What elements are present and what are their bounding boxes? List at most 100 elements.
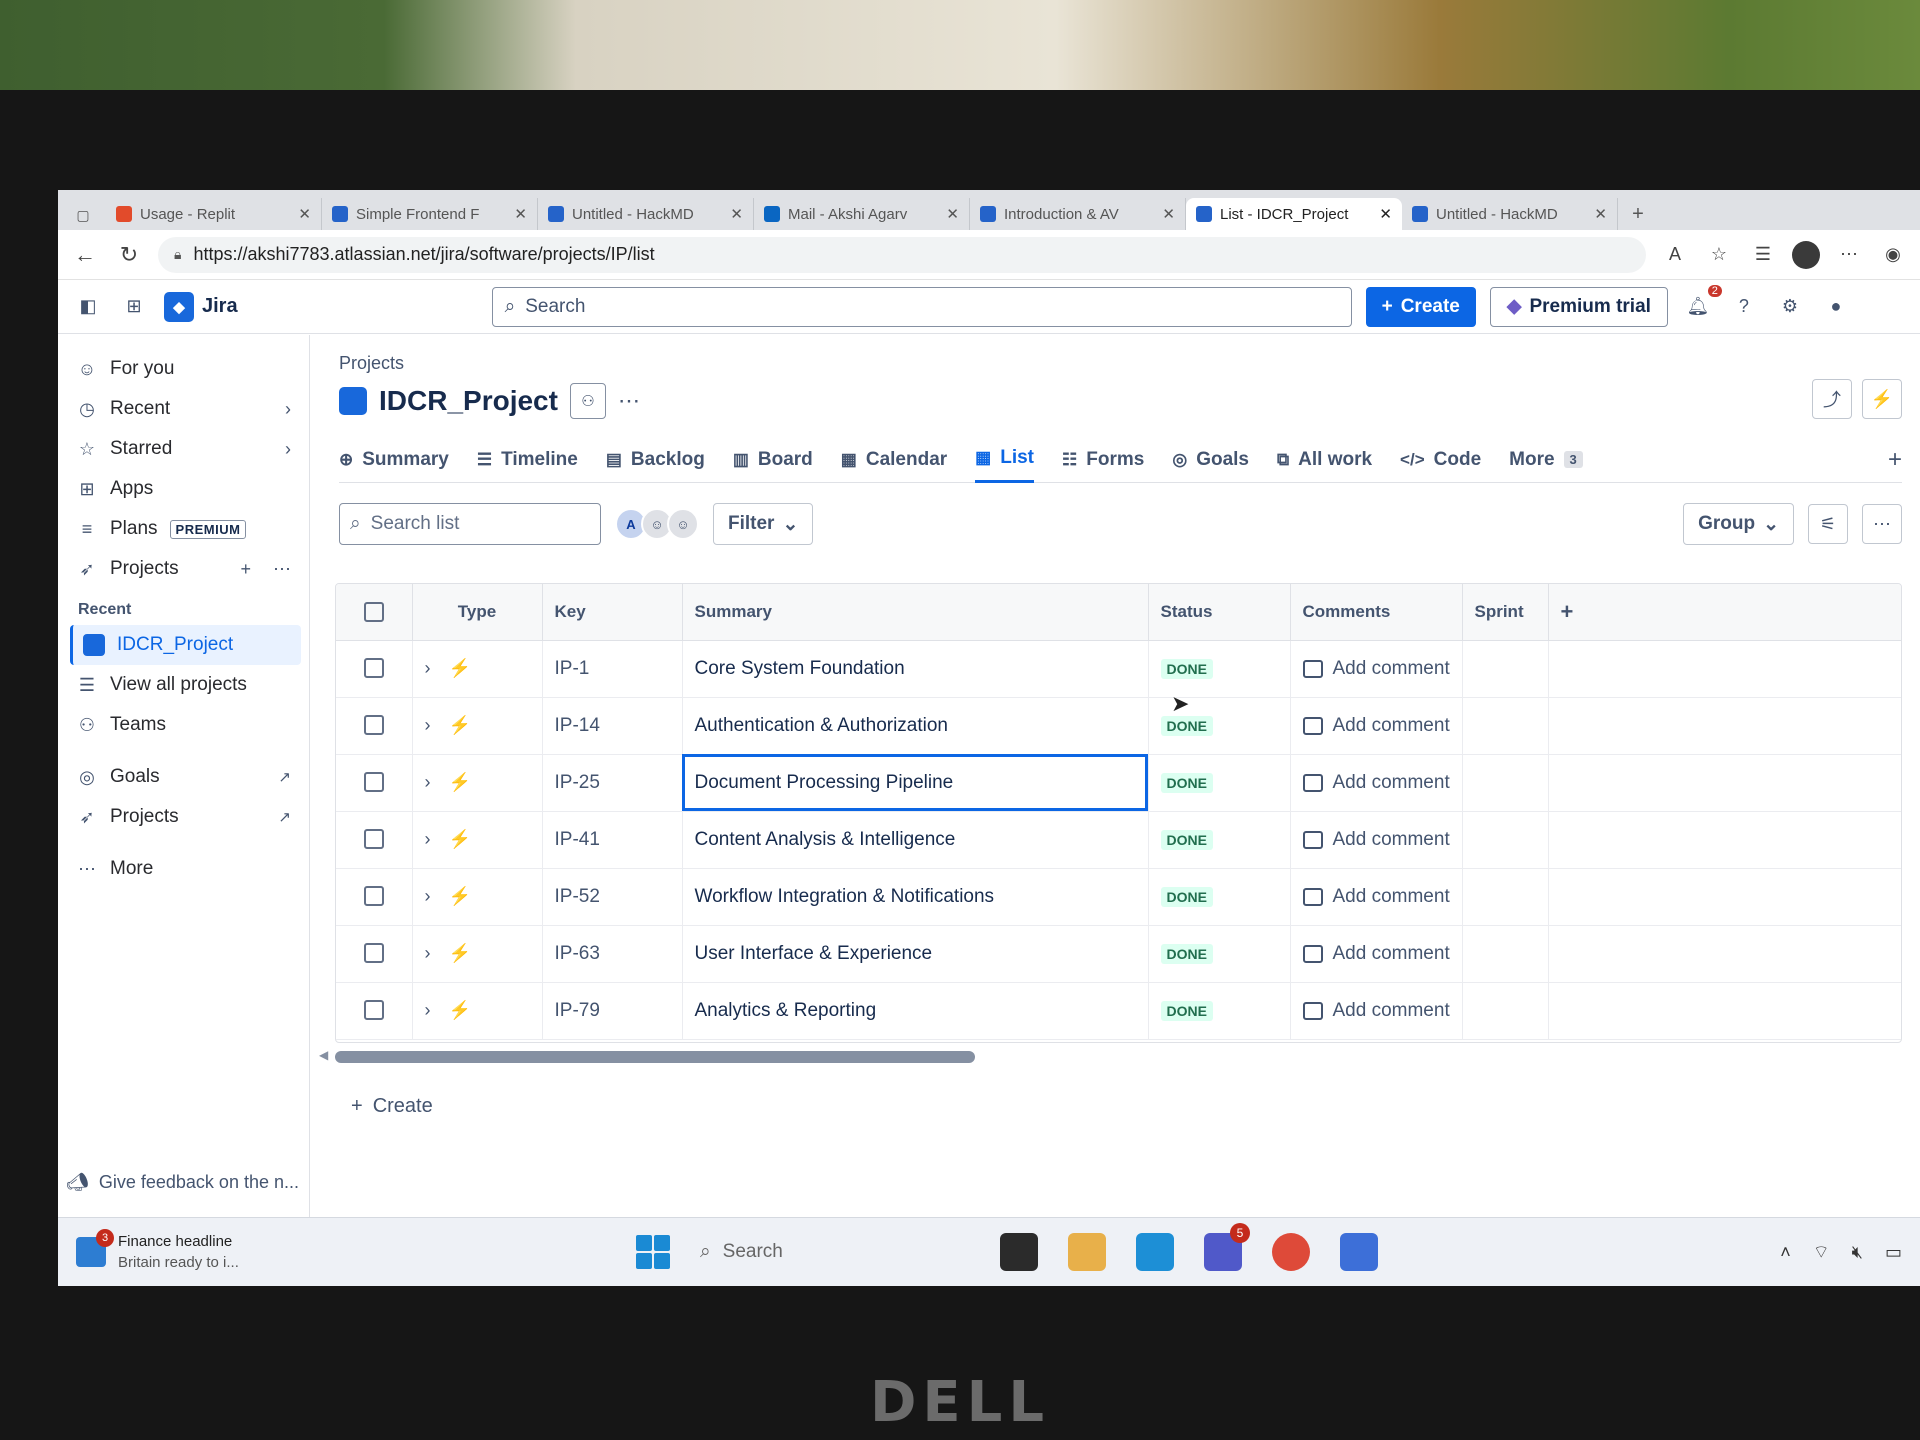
- create-button[interactable]: + Create: [1365, 286, 1476, 327]
- more-actions-icon[interactable]: ⋯: [618, 388, 641, 414]
- breadcrumb[interactable]: Projects: [339, 353, 404, 374]
- column-header-comments[interactable]: Comments: [1290, 584, 1463, 641]
- taskbar-search-input[interactable]: ⌕ Search: [700, 1241, 1000, 1263]
- user-avatar[interactable]: ●: [1820, 291, 1852, 323]
- scroll-left-icon[interactable]: ◀: [319, 1048, 328, 1062]
- status-badge[interactable]: DONE: [1160, 886, 1213, 907]
- sidebar-item-goals[interactable]: ◎ Goals ↗: [66, 757, 301, 797]
- sprint-cell[interactable]: [1462, 925, 1549, 983]
- group-button[interactable]: Group ⌄: [1683, 503, 1794, 545]
- file-explorer-icon[interactable]: [1068, 1233, 1106, 1271]
- browser-tab[interactable]: Mail - Akshi Agarv ✕: [754, 198, 970, 230]
- sprint-cell[interactable]: [1462, 754, 1549, 812]
- notepad-icon[interactable]: [1340, 1233, 1378, 1271]
- tab-code[interactable]: </> Code: [1400, 437, 1481, 483]
- share-icon[interactable]: ⤴: [1812, 379, 1852, 419]
- back-icon[interactable]: ←: [70, 240, 100, 270]
- chevron-right-icon[interactable]: ›: [425, 658, 431, 679]
- url-field[interactable]: 🔒︎ https://akshi7783.atlassian.net/jira/…: [158, 236, 1646, 273]
- help-icon[interactable]: ?: [1728, 291, 1760, 323]
- view-settings-icon[interactable]: ⚟: [1808, 504, 1848, 544]
- chrome-icon[interactable]: [1272, 1233, 1310, 1271]
- sprint-cell[interactable]: [1462, 697, 1549, 755]
- tab-calendar[interactable]: ▦ Calendar: [841, 437, 947, 483]
- premium-trial-button[interactable]: ◆ Premium trial: [1489, 286, 1668, 327]
- row-checkbox[interactable]: [363, 715, 384, 736]
- add-comment-button[interactable]: Add comment: [1302, 886, 1450, 908]
- issue-summary[interactable]: Authentication & Authorization: [682, 697, 1149, 755]
- tab-backlog[interactable]: ▤ Backlog: [606, 437, 705, 483]
- table-row[interactable]: › ⚡ IP-52 Workflow Integration & Notifica…: [336, 868, 1901, 926]
- sprint-cell[interactable]: [1462, 982, 1549, 1040]
- column-header-sprint[interactable]: Sprint: [1462, 584, 1549, 641]
- sidebar-item-idcr-project[interactable]: IDCR_Project: [70, 625, 301, 665]
- sidebar-item-starred[interactable]: ☆ Starred ›: [66, 429, 301, 469]
- sidebar-item-view-all-projects[interactable]: ☰ View all projects: [66, 665, 301, 705]
- sidebar-item-teams[interactable]: ⚇ Teams: [66, 705, 301, 745]
- row-checkbox[interactable]: [363, 772, 384, 793]
- table-row[interactable]: › ⚡ IP-79 Analytics & Reporting DONE Add …: [336, 982, 1901, 1040]
- sidebar-item-more[interactable]: ⋯ More: [66, 849, 301, 889]
- issue-summary-focused[interactable]: Document Processing Pipeline: [682, 754, 1149, 812]
- sidebar-item-plans[interactable]: ≡ Plans PREMIUM: [66, 509, 301, 549]
- browser-tab[interactable]: Usage - Replit ✕: [106, 198, 322, 230]
- issue-key[interactable]: IP-79: [542, 982, 683, 1040]
- close-icon[interactable]: ✕: [946, 205, 959, 223]
- row-checkbox[interactable]: [363, 658, 384, 679]
- row-checkbox[interactable]: [363, 886, 384, 907]
- add-comment-button[interactable]: Add comment: [1302, 658, 1450, 680]
- chevron-right-icon[interactable]: ›: [425, 943, 431, 964]
- issue-key[interactable]: IP-63: [542, 925, 683, 983]
- tab-actions-icon[interactable]: ▢: [66, 200, 100, 230]
- row-checkbox[interactable]: [363, 943, 384, 964]
- settings-icon[interactable]: ⚙: [1774, 291, 1806, 323]
- table-row[interactable]: › ⚡ IP-63 User Interface & Experience DON…: [336, 925, 1901, 983]
- add-tab-icon[interactable]: +: [1888, 446, 1902, 474]
- close-icon[interactable]: ✕: [1379, 205, 1392, 223]
- edge-browser-icon[interactable]: [1136, 1233, 1174, 1271]
- tab-goals[interactable]: ◎ Goals: [1172, 437, 1249, 483]
- sidebar-item-for-you[interactable]: ☺ For you: [66, 349, 301, 389]
- status-badge[interactable]: DONE: [1160, 715, 1213, 736]
- close-icon[interactable]: ✕: [298, 205, 311, 223]
- sidebar-toggle-icon[interactable]: ◧: [72, 291, 104, 323]
- add-comment-button[interactable]: Add comment: [1302, 715, 1450, 737]
- table-row[interactable]: › ⚡ IP-1 Core System Foundation DONE Add …: [336, 640, 1901, 698]
- more-icon[interactable]: ⋯: [1862, 504, 1902, 544]
- status-badge[interactable]: DONE: [1160, 943, 1213, 964]
- tab-board[interactable]: ▥ Board: [733, 437, 813, 483]
- global-search-input[interactable]: ⌕ Search: [491, 286, 1352, 327]
- issue-key[interactable]: IP-52: [542, 868, 683, 926]
- read-aloud-icon[interactable]: A: [1660, 240, 1690, 270]
- status-badge[interactable]: DONE: [1160, 658, 1213, 679]
- issue-key[interactable]: IP-41: [542, 811, 683, 869]
- browser-tab[interactable]: Introduction & AV ✕: [970, 198, 1186, 230]
- issue-summary[interactable]: Workflow Integration & Notifications: [682, 868, 1149, 926]
- battery-icon[interactable]: ▭: [1885, 1242, 1902, 1263]
- close-icon[interactable]: ✕: [1594, 205, 1607, 223]
- wifi-icon[interactable]: ⌔: [1813, 1241, 1830, 1264]
- select-all-checkbox[interactable]: [363, 602, 384, 622]
- sidebar-item-projects-app[interactable]: ➶ Projects ↗: [66, 797, 301, 837]
- chevron-right-icon[interactable]: ›: [425, 715, 431, 736]
- close-icon[interactable]: ✕: [1162, 205, 1175, 223]
- table-row[interactable]: › ⚡ IP-14 Authentication & Authorization …: [336, 697, 1901, 755]
- news-widget[interactable]: 3 Finance headline Britain ready to i...: [76, 1229, 636, 1273]
- give-feedback-link[interactable]: 📣︎ Give feedback on the n...: [66, 1172, 299, 1193]
- tab-timeline[interactable]: ☰ Timeline: [477, 437, 578, 483]
- status-badge[interactable]: DONE: [1160, 772, 1213, 793]
- column-header-key[interactable]: Key: [542, 584, 683, 641]
- browser-tab-active[interactable]: List - IDCR_Project ✕: [1186, 198, 1402, 230]
- chevron-right-icon[interactable]: ›: [425, 829, 431, 850]
- chevron-right-icon[interactable]: ›: [425, 1000, 431, 1021]
- table-row[interactable]: › ⚡ IP-41 Content Analysis & Intelligence…: [336, 811, 1901, 869]
- team-icon[interactable]: ⚇: [569, 383, 606, 419]
- issue-summary[interactable]: Core System Foundation: [682, 640, 1149, 698]
- copilot-icon[interactable]: ◉: [1878, 240, 1908, 270]
- star-icon[interactable]: ☆: [1704, 240, 1734, 270]
- issue-key[interactable]: IP-25: [542, 754, 683, 812]
- app-switcher-icon[interactable]: ⊞: [118, 291, 150, 323]
- lock-icon[interactable]: 🔒︎: [174, 246, 181, 263]
- more-icon[interactable]: ⋯: [273, 559, 291, 580]
- windows-start-icon[interactable]: [636, 1235, 670, 1269]
